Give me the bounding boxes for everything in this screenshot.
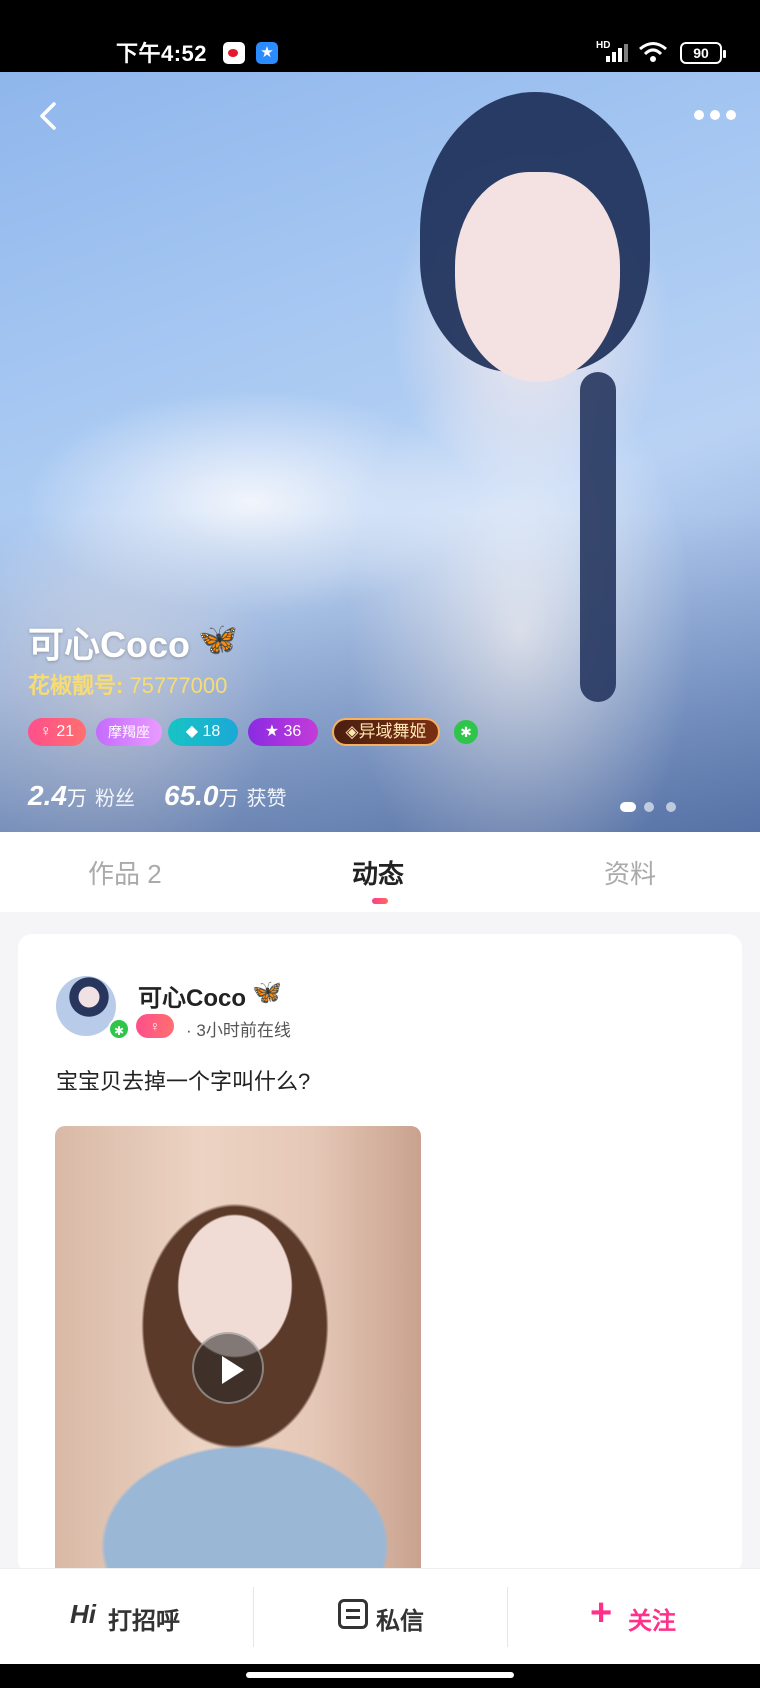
star-level-badge[interactable]: ★ 36 xyxy=(248,718,318,746)
carousel-dot-active xyxy=(620,802,636,812)
follow-label: 关注 xyxy=(628,1608,676,1635)
butterfly-emoji-icon: 🦋 xyxy=(252,979,282,1006)
home-indicator[interactable] xyxy=(246,1672,514,1678)
more-dots-icon xyxy=(694,110,704,120)
online-status: · 3小时前在线 xyxy=(186,1021,291,1040)
greet-label: 打招呼 xyxy=(108,1608,180,1635)
status-time: 下午4:52 xyxy=(116,41,208,66)
diamond-level-badge[interactable]: ◆ 18 xyxy=(168,718,238,746)
avatar[interactable] xyxy=(56,976,116,1036)
profile-page: 下午4:52 ★ HD 90 可心Coco 🦋 花椒靓号: 75777000 ♀… xyxy=(0,0,760,1688)
fans-stat[interactable]: 2.4万 粉丝 xyxy=(28,780,135,811)
gender-icon: ♀ xyxy=(136,1014,174,1038)
hi-icon: Hi xyxy=(70,1599,96,1629)
moment-post-card[interactable]: ✱ 可心Coco 🦋 ♀ · 3小时前在线 宝宝贝去掉一个字叫什么? xyxy=(18,934,742,1574)
message-label: 私信 xyxy=(376,1608,424,1635)
title-badge[interactable]: ◈异域舞姬 xyxy=(332,718,440,746)
profile-tabs: 作品 2 动态 资料 xyxy=(0,832,760,912)
weibo-notification-icon xyxy=(223,42,245,64)
profile-stats: 2.4万 粉丝 65.0万 获赞 xyxy=(28,780,287,812)
shield-icon: ◈ xyxy=(345,722,359,741)
message-button[interactable]: 私信 xyxy=(254,1569,507,1665)
post-author-name[interactable]: 可心Coco xyxy=(138,978,246,1013)
more-options-button[interactable] xyxy=(690,100,740,130)
butterfly-emoji-icon: 🦋 xyxy=(198,621,238,657)
diamond-icon: ◆ xyxy=(185,723,199,740)
play-icon[interactable] xyxy=(192,1332,264,1404)
carousel-dot xyxy=(644,802,654,812)
chevron-left-icon xyxy=(40,102,56,130)
star-notification-icon: ★ xyxy=(256,42,278,64)
wifi-icon xyxy=(639,42,667,62)
active-tab-indicator xyxy=(372,898,388,904)
greet-button[interactable]: Hi 打招呼 xyxy=(0,1569,253,1665)
cellular-signal-icon xyxy=(602,42,628,62)
beauty-id[interactable]: 花椒靓号: 75777000 xyxy=(28,668,227,700)
zodiac-badge[interactable]: 摩羯座 xyxy=(96,718,162,746)
status-bar: 下午4:52 ★ HD 90 xyxy=(0,0,760,72)
back-button[interactable] xyxy=(30,96,70,136)
tab-moments[interactable]: 动态 xyxy=(352,854,404,891)
chat-bubble-icon xyxy=(338,1599,368,1629)
post-video-thumbnail[interactable] xyxy=(55,1126,421,1574)
bottom-action-bar: Hi 打招呼 私信 + 关注 xyxy=(0,1568,760,1664)
beauty-id-label: 花椒靓号: xyxy=(28,673,124,698)
post-text[interactable]: 宝宝贝去掉一个字叫什么? xyxy=(56,1064,310,1096)
carousel-dot xyxy=(666,802,676,812)
battery-icon: 90 xyxy=(680,42,726,64)
plus-icon: + xyxy=(590,1592,613,1634)
verified-icon[interactable]: ✱ xyxy=(454,720,478,744)
tab-profile[interactable]: 资料 xyxy=(604,854,656,891)
likes-stat[interactable]: 65.0万 获赞 xyxy=(164,780,287,812)
star-icon: ★ xyxy=(264,723,280,740)
tab-works[interactable]: 作品 2 xyxy=(88,854,162,891)
gender-level-badge[interactable]: ♀ 21 xyxy=(28,718,86,746)
beauty-id-value: 75777000 xyxy=(123,673,228,698)
verified-icon: ✱ xyxy=(108,1018,130,1040)
profile-nickname: 可心Coco xyxy=(28,624,191,665)
gesture-bar-area xyxy=(0,1664,760,1688)
